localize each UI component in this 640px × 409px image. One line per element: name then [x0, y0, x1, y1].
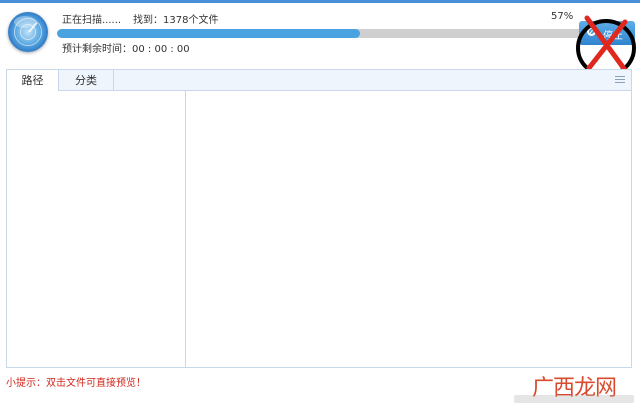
tab-path[interactable]: 路径: [7, 70, 59, 91]
scan-header: 正在扫描...... 找到：1378个文件 57% 预计剩余时间：00 : 00…: [0, 3, 640, 77]
stop-button-label: 停止: [603, 31, 623, 42]
tip-text: 小提示：双击文件可直接预览！: [6, 378, 146, 389]
path-tree-pane[interactable]: [6, 91, 186, 368]
watermark-logo: 广西龙网: [512, 370, 636, 404]
progress-fill: [57, 29, 360, 38]
menu-icon[interactable]: [615, 76, 625, 84]
progress-percent: 57%: [551, 11, 574, 22]
tab-category[interactable]: 分类: [59, 70, 114, 91]
found-count-text: 找到：1378个文件: [133, 15, 219, 26]
scan-progress-bar: [57, 29, 588, 38]
radar-scan-icon: [8, 12, 48, 52]
scan-status-text: 正在扫描......: [62, 15, 122, 26]
stop-icon: [587, 27, 596, 36]
remaining-time-text: 预计剩余时间：00 : 00 : 00: [62, 44, 190, 55]
tab-bar: 路径 分类: [6, 69, 632, 91]
tab-category-label: 分类: [75, 74, 97, 87]
tab-path-label: 路径: [21, 74, 44, 87]
stop-button[interactable]: 停止: [579, 21, 635, 45]
file-list-pane[interactable]: [186, 91, 632, 368]
